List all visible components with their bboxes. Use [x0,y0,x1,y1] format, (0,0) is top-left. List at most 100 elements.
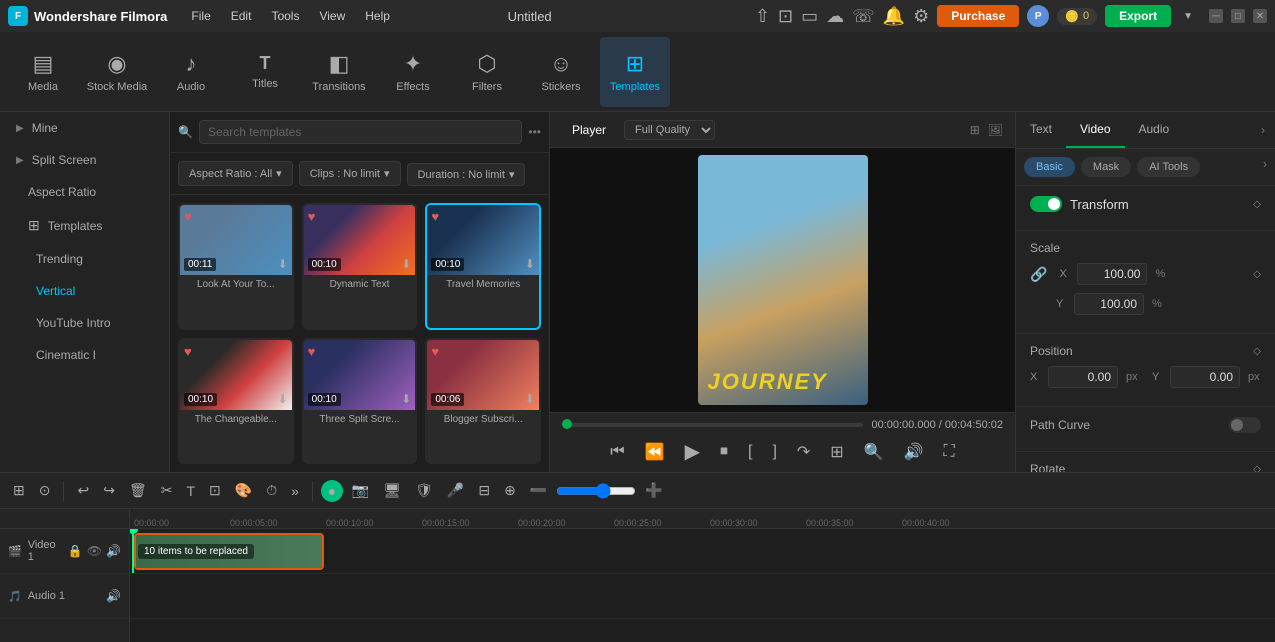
tool-stickers[interactable]: ☺ Stickers [526,37,596,107]
fullscreen-button[interactable]: ⛶ [938,441,961,463]
tl-split-button[interactable]: ⊕ [499,478,521,503]
player-tab[interactable]: Player [562,119,616,141]
share-icon[interactable]: ⇧ [755,6,770,27]
tl-cut-button[interactable]: ✂ [156,478,178,503]
position-x-input[interactable] [1048,366,1118,388]
tool-stock[interactable]: ◉ Stock Media [82,37,152,107]
tl-undo-button[interactable]: ↩ [72,478,94,503]
crop-button[interactable]: ⊞ [824,440,849,464]
out-point-button[interactable]: ] [766,441,782,463]
tl-magnet-button[interactable]: ⊙ [34,478,56,503]
tab-more-icon[interactable]: › [1251,113,1275,147]
transform-toggle[interactable] [1030,196,1062,212]
scale-x-input[interactable]: 100.00 [1077,263,1147,285]
left-item-youtube[interactable]: YouTube Intro [4,308,165,338]
tl-play-green-button[interactable]: ● [321,480,343,502]
tl-screen-button[interactable]: 🖥 [378,478,406,503]
menu-view[interactable]: View [311,5,353,27]
template-download-1[interactable]: ⬇ [278,257,288,271]
monitor-icon[interactable]: ▭ [801,6,818,27]
tl-more-button[interactable]: » [286,479,304,503]
export-button[interactable]: Export [1105,5,1171,27]
tl-text-button[interactable]: T [181,479,200,503]
template-download-3[interactable]: ⬇ [525,257,535,271]
tool-titles[interactable]: T Titles [230,37,300,107]
phone-icon[interactable]: ☏ [852,6,875,27]
left-item-mine[interactable]: ▶ Mine [4,113,165,143]
template-item-4[interactable]: ♥ 00:10 ⬇ The Changeable... [178,338,294,465]
in-point-button[interactable]: [ [742,441,758,463]
tl-cam-button[interactable]: 📷 [347,478,374,503]
tool-templates[interactable]: ⊞ Templates [600,37,670,107]
template-item-3[interactable]: ♥ 00:10 ⬇ Travel Memories [425,203,541,330]
tab-audio[interactable]: Audio [1125,112,1184,148]
menu-tools[interactable]: Tools [263,5,307,27]
left-item-aspect-ratio[interactable]: Aspect Ratio [4,177,165,207]
tool-transitions[interactable]: ◧ Transitions [304,37,374,107]
left-item-trending[interactable]: Trending [4,244,165,274]
tl-zoom-out-button[interactable]: ➖ [525,478,552,503]
tool-audio[interactable]: ♪ Audio [156,37,226,107]
menu-edit[interactable]: Edit [223,5,260,27]
settings-icon[interactable]: ⚙ [913,6,929,27]
position-keyframe-icon[interactable]: ◇ [1253,346,1261,357]
menu-help[interactable]: Help [357,5,398,27]
zoom-button[interactable]: 🔍 [858,440,890,464]
clips-filter[interactable]: Clips : No limit ▾ [299,161,401,186]
video1-eye-icon[interactable]: 👁 [87,544,102,558]
subtab-more-icon[interactable]: › [1263,157,1267,177]
template-item-1[interactable]: ♥ 00:11 ⬇ Look At Your To... [178,203,294,330]
tab-text[interactable]: Text [1016,112,1066,148]
tl-delete-button[interactable]: 🗑 [124,478,152,503]
play-button[interactable]: ▶ [679,437,706,466]
template-download-2[interactable]: ⬇ [401,257,411,271]
add-to-timeline-button[interactable]: ↷ [791,440,816,464]
tl-color-button[interactable]: 🎨 [230,478,257,503]
tl-grid2-button[interactable]: ⊟ [473,478,495,503]
template-download-4[interactable]: ⬇ [278,392,288,406]
video1-lock-icon[interactable]: 🔒 [68,544,83,558]
template-download-6[interactable]: ⬇ [525,392,535,406]
volume-button[interactable]: 🔊 [898,440,930,464]
tl-crop-button[interactable]: ⊡ [204,478,226,503]
duration-filter[interactable]: Duration : No limit ▾ [407,163,526,186]
search-input[interactable] [199,120,522,144]
template-item-2[interactable]: ♥ 00:10 ⬇ Dynamic Text [302,203,418,330]
menu-file[interactable]: File [183,5,218,27]
tool-filters[interactable]: ⬡ Filters [452,37,522,107]
quality-select[interactable]: Full Quality Half Quality [624,120,715,140]
subtab-basic[interactable]: Basic [1024,157,1075,177]
cloud-icon[interactable]: ☁ [826,6,844,27]
image-view-icon[interactable]: 🖼 [988,123,1003,137]
purchase-button[interactable]: Purchase [937,5,1019,27]
tab-video[interactable]: Video [1066,112,1124,148]
progress-bar[interactable] [562,423,863,427]
grid-view-icon[interactable]: ⊞ [970,123,980,137]
tl-shield-button[interactable]: 🛡 [410,478,438,503]
stop-button[interactable]: ⏹ [714,441,734,463]
minimize-button[interactable]: ─ [1209,9,1223,23]
tl-redo-button[interactable]: ↪ [98,478,120,503]
device-icon[interactable]: ⊡ [778,6,793,27]
tool-media[interactable]: ▤ Media [8,37,78,107]
aspect-ratio-filter[interactable]: Aspect Ratio : All ▾ [178,161,293,186]
scale-x-keyframe[interactable]: ◇ [1253,269,1261,280]
tl-mic-button[interactable]: 🎤 [442,478,469,503]
left-item-cinematic[interactable]: Cinematic I [4,340,165,370]
maximize-button[interactable]: □ [1231,9,1245,23]
tl-speed-button[interactable]: ⏱ [261,478,282,503]
more-options-icon[interactable]: ••• [528,125,541,139]
export-dropdown[interactable]: ▼ [1183,11,1193,22]
skip-back-button[interactable]: ⏮ [604,441,630,463]
template-item-6[interactable]: ♥ 00:06 ⬇ Blogger Subscri... [425,338,541,465]
path-curve-toggle[interactable] [1229,417,1261,433]
rotate-keyframe-icon[interactable]: ◇ [1253,464,1261,473]
video-clip[interactable]: 10 items to be replaced [134,533,324,570]
scale-lock-icon[interactable]: 🔗 [1030,266,1047,283]
tl-zoom-slider[interactable] [556,483,636,499]
template-item-5[interactable]: ♥ 00:10 ⬇ Three Split Scre... [302,338,418,465]
tl-layout-button[interactable]: ⊞ [8,478,30,503]
transform-keyframe-icon[interactable]: ◇ [1253,199,1261,210]
template-download-5[interactable]: ⬇ [401,392,411,406]
bell-icon[interactable]: 🔔 [883,6,905,27]
